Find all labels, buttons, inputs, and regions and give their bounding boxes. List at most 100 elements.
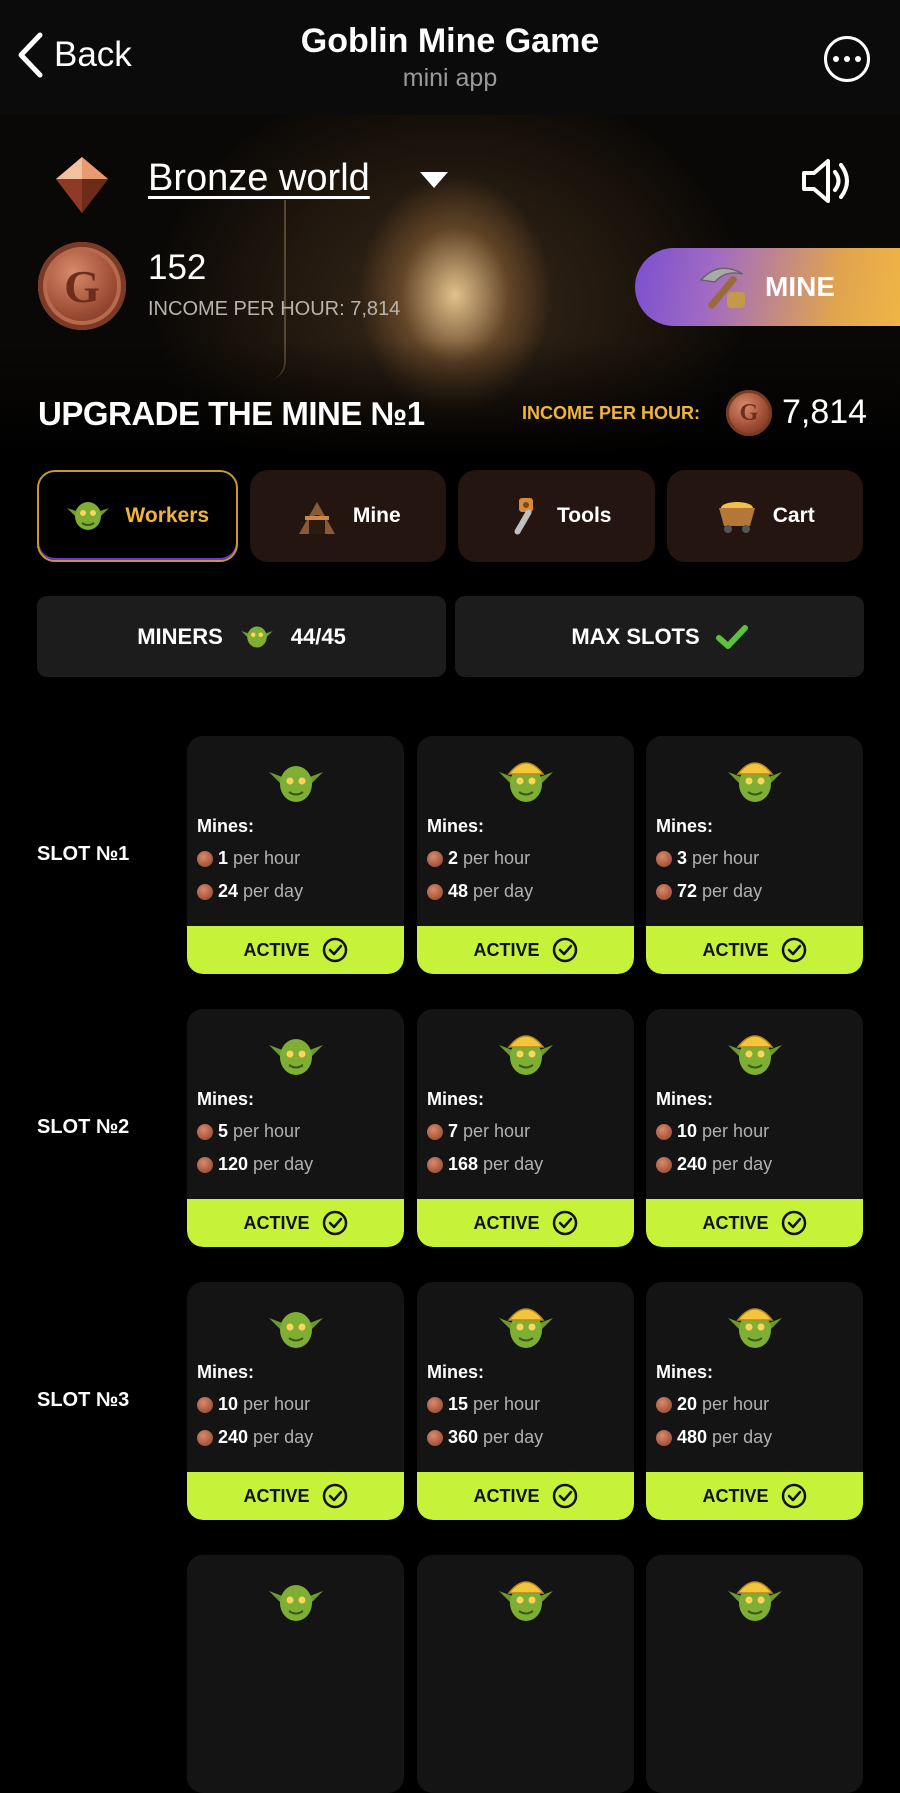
max-slots-status: MAX SLOTS — [455, 596, 864, 677]
speaker-icon[interactable] — [800, 156, 856, 206]
income-label: INCOME PER HOUR: — [522, 403, 701, 423]
per-day-value: 480 — [677, 1427, 708, 1447]
worker-card — [646, 1555, 863, 1793]
per-day-unit: per day — [253, 1427, 314, 1447]
per-day-unit: per day — [253, 1154, 314, 1174]
mine-cart-icon — [718, 502, 755, 533]
check-circle-icon — [781, 1210, 806, 1236]
active-button[interactable]: ACTIVE — [417, 1472, 634, 1520]
per-day-unit: per day — [483, 1154, 544, 1174]
check-circle-icon — [552, 937, 577, 963]
active-button[interactable]: ACTIVE — [187, 926, 404, 974]
per-hour-value: 2 — [448, 848, 459, 868]
goblin-icon — [267, 1573, 325, 1634]
per-hour-row: 10 per hour — [656, 1121, 769, 1142]
goblin-icon — [726, 1573, 784, 1634]
per-hour-unit: per hour — [233, 1121, 301, 1141]
per-hour-value: 15 — [448, 1394, 469, 1414]
goblin-icon — [726, 1300, 784, 1361]
per-day-value: 24 — [218, 881, 239, 901]
active-button[interactable]: ACTIVE — [187, 1199, 404, 1247]
coin-icon — [427, 1429, 443, 1446]
active-button[interactable]: ACTIVE — [187, 1472, 404, 1520]
active-label: ACTIVE — [243, 939, 310, 960]
mines-label: Mines: — [656, 816, 714, 836]
active-label: ACTIVE — [243, 1212, 310, 1233]
worker-card: Mines: 1 per hour 24 per day ACTIVE — [187, 736, 404, 974]
worker-card: Mines: 20 per hour 480 per day ACTIVE — [646, 1282, 863, 1520]
worker-card: Mines: 10 per hour 240 per day ACTIVE — [646, 1009, 863, 1247]
per-hour-value: 7 — [448, 1121, 459, 1141]
worker-card: Mines: 2 per hour 48 per day ACTIVE — [417, 736, 634, 974]
active-button[interactable]: ACTIVE — [646, 1472, 863, 1520]
per-day-unit: per day — [712, 1427, 773, 1447]
goblin-icon — [497, 1027, 555, 1088]
per-day-value: 240 — [218, 1427, 249, 1447]
tab-cart-label: Cart — [772, 504, 815, 527]
mine-button[interactable]: MINE — [635, 248, 900, 326]
per-hour-unit: per hour — [473, 1394, 541, 1414]
goblin-icon — [497, 1300, 555, 1361]
pickaxe-icon — [699, 267, 745, 309]
check-circle-icon — [322, 937, 347, 963]
mine-button-label: MINE — [765, 271, 835, 302]
caret-down-icon[interactable] — [420, 172, 448, 188]
mines-label: Mines: — [427, 1089, 485, 1109]
mines-label: Mines: — [427, 816, 485, 836]
per-hour-row: 15 per hour — [427, 1394, 540, 1415]
check-circle-icon — [552, 1483, 577, 1509]
active-button[interactable]: ACTIVE — [646, 926, 863, 974]
coin-icon — [197, 1156, 213, 1173]
mines-label: Mines: — [656, 1362, 714, 1382]
active-label: ACTIVE — [702, 939, 769, 960]
check-circle-icon — [322, 1483, 347, 1509]
more-icon[interactable] — [824, 36, 870, 82]
worker-card: Mines: 7 per hour 168 per day ACTIVE — [417, 1009, 634, 1247]
coin-icon — [656, 1156, 672, 1173]
per-hour-value: 5 — [218, 1121, 229, 1141]
per-hour-unit: per hour — [702, 1121, 770, 1141]
app-header: Back Goblin Mine Game mini app — [0, 0, 900, 115]
app-title: Goblin Mine Game — [300, 22, 600, 60]
active-label: ACTIVE — [473, 939, 540, 960]
per-hour-row: 7 per hour — [427, 1121, 530, 1142]
active-button[interactable]: ACTIVE — [417, 1199, 634, 1247]
per-day-unit: per day — [702, 881, 763, 901]
tab-workers[interactable]: Workers — [37, 470, 238, 562]
category-tabs: Workers Mine Tools Cart — [37, 470, 863, 562]
tab-tools[interactable]: Tools — [458, 470, 655, 562]
slot-label: SLOT №1 — [37, 843, 130, 865]
tab-mine[interactable]: Mine — [249, 470, 446, 562]
active-label: ACTIVE — [243, 1485, 310, 1506]
coin-icon: G — [726, 390, 772, 436]
miners-count: MINERS 44/45 — [37, 596, 446, 677]
per-hour-row: 1 per hour — [197, 848, 300, 869]
tab-tools-label: Tools — [557, 504, 612, 527]
coin-icon — [197, 1396, 213, 1413]
active-button[interactable]: ACTIVE — [417, 926, 634, 974]
world-selector[interactable]: Bronze world — [148, 157, 370, 200]
coin-icon — [197, 1429, 213, 1446]
per-day-value: 120 — [218, 1154, 249, 1174]
per-hour-value: 3 — [677, 848, 688, 868]
per-day-row: 24 per day — [197, 881, 303, 902]
per-day-value: 360 — [448, 1427, 479, 1447]
active-button[interactable]: ACTIVE — [646, 1199, 863, 1247]
per-day-row: 48 per day — [427, 881, 533, 902]
per-hour-unit: per hour — [463, 1121, 531, 1141]
worker-card: Mines: 5 per hour 120 per day ACTIVE — [187, 1009, 404, 1247]
per-day-row: 360 per day — [427, 1427, 543, 1448]
active-label: ACTIVE — [473, 1212, 540, 1233]
per-hour-unit: per hour — [692, 848, 760, 868]
coin-icon — [427, 850, 443, 867]
tab-workers-label: Workers — [125, 504, 210, 527]
per-hour-unit: per hour — [243, 1394, 311, 1414]
coin-icon — [197, 883, 213, 900]
coin-icon — [656, 1396, 672, 1413]
tab-cart[interactable]: Cart — [666, 470, 863, 562]
income-per-hour-text: INCOME PER HOUR: 7,814 — [148, 298, 401, 320]
per-hour-row: 5 per hour — [197, 1121, 300, 1142]
mines-label: Mines: — [197, 816, 255, 836]
slot-label: SLOT №3 — [37, 1389, 130, 1411]
worker-card — [187, 1555, 404, 1793]
